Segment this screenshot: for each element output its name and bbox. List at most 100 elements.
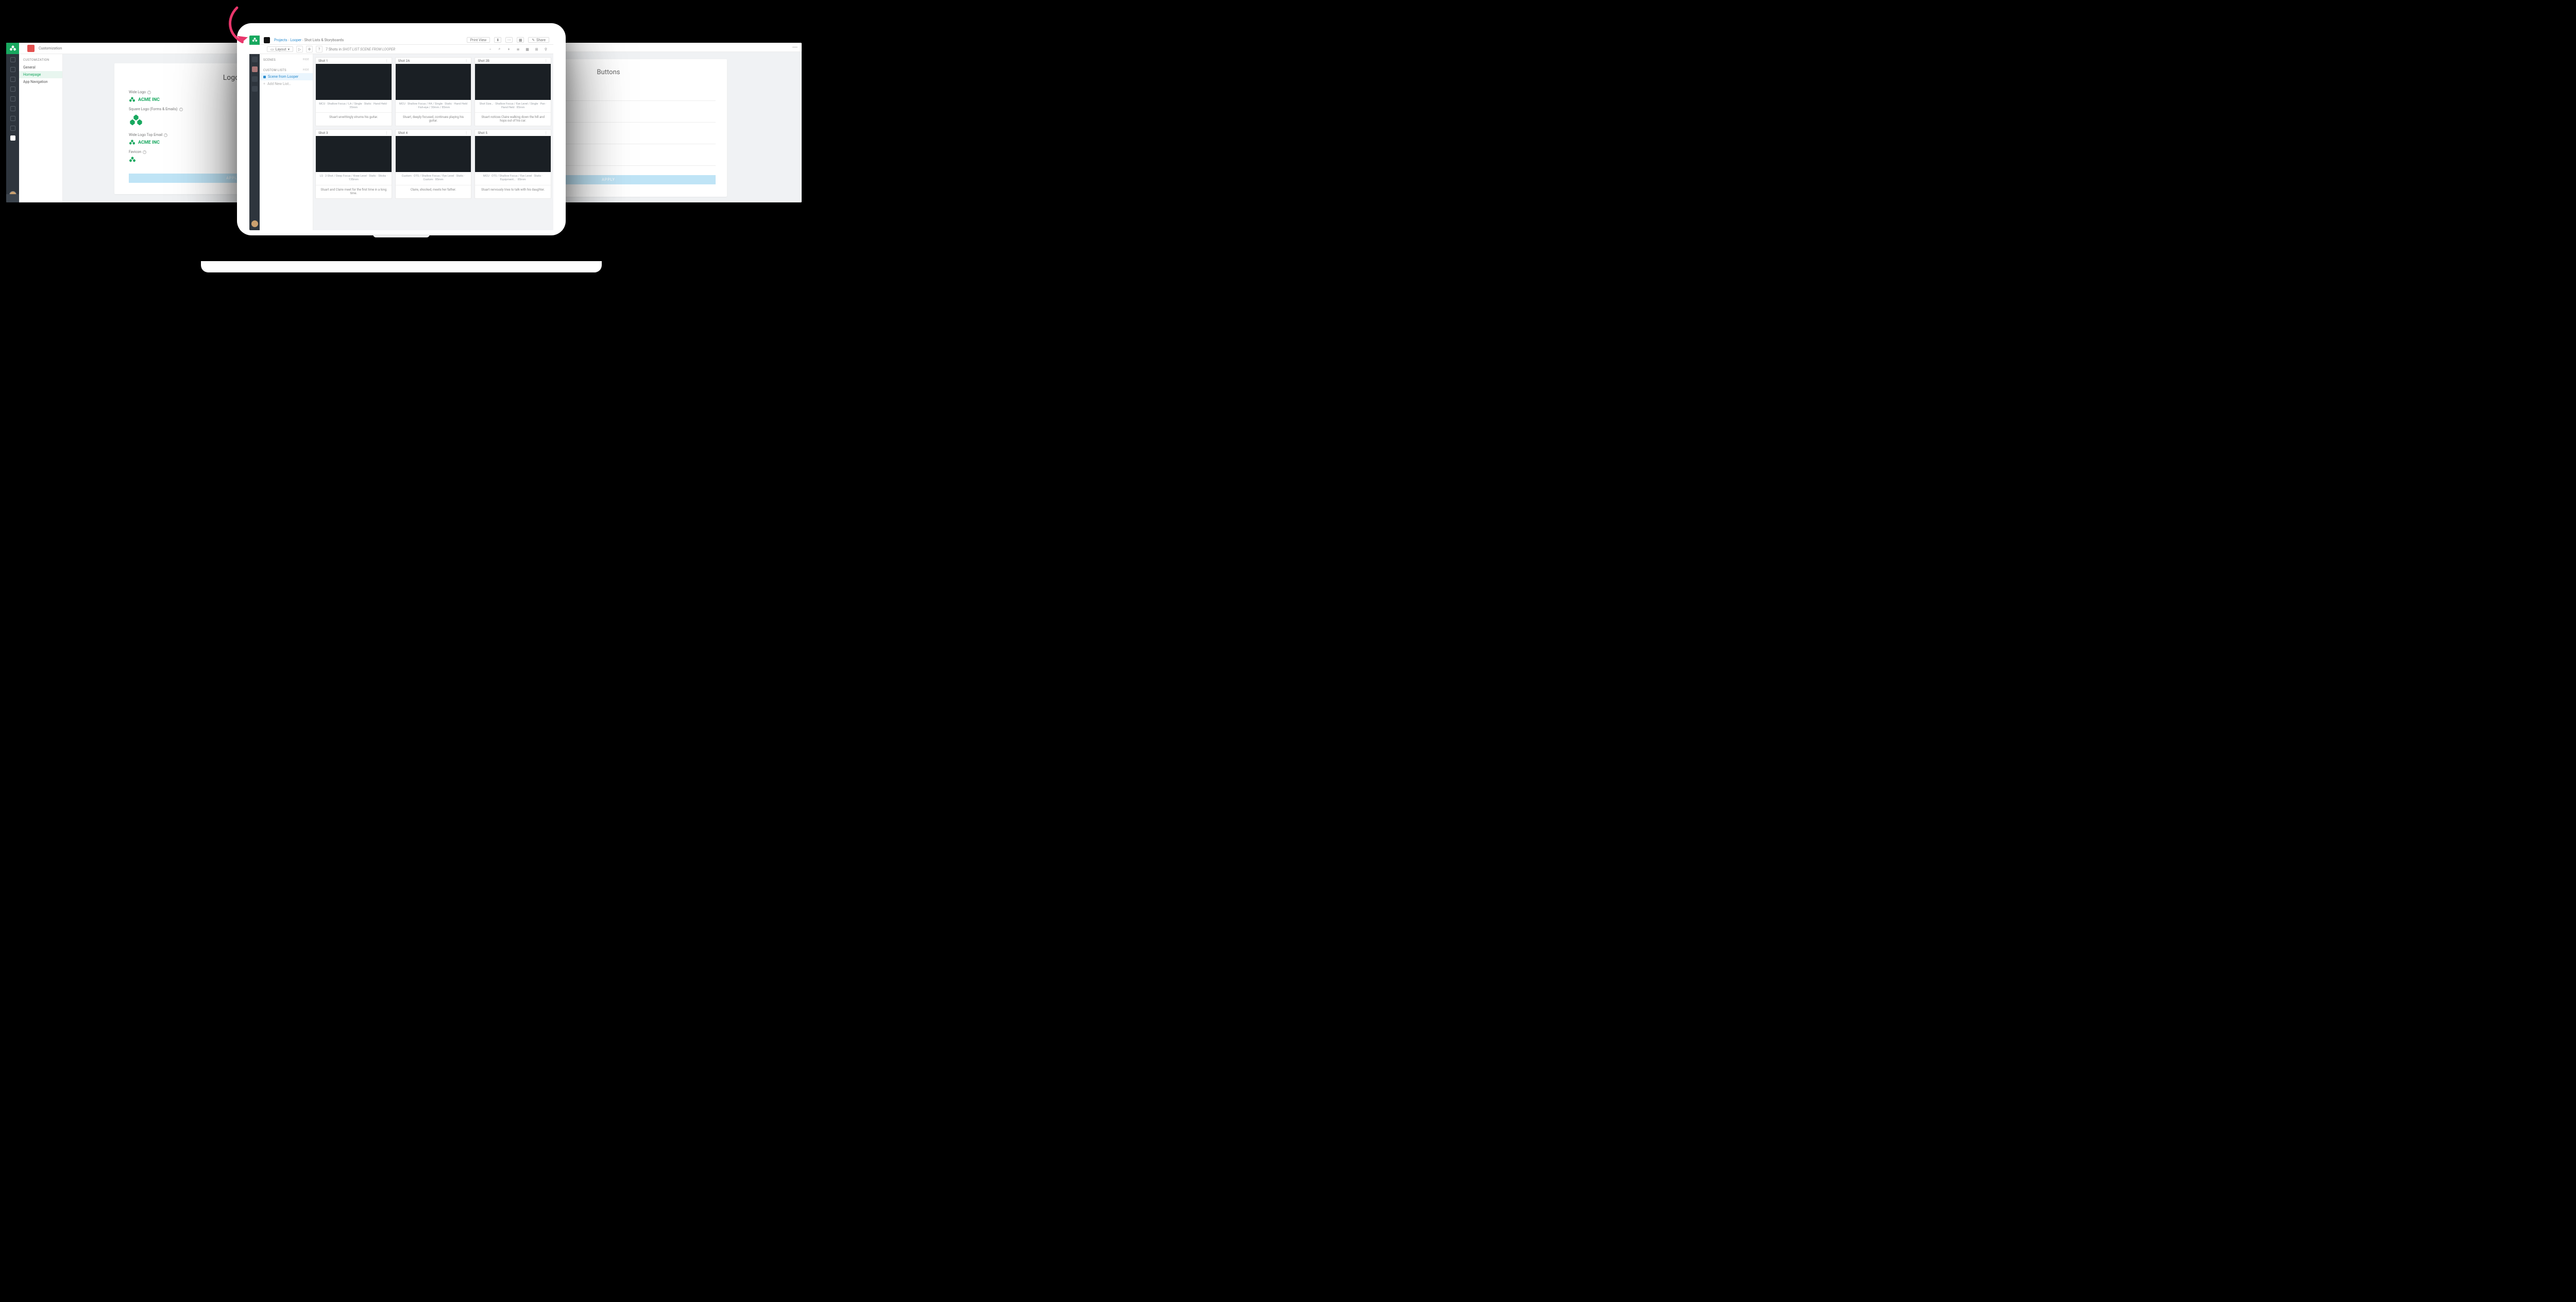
crumb-page: Shot Lists & Storyboards: [304, 38, 344, 42]
rail-item[interactable]: [10, 87, 15, 92]
settings-sidebar: CUSTOMIZATION General Homepage App Navig…: [19, 54, 63, 202]
help-button[interactable]: ?: [316, 46, 323, 53]
shot-card[interactable]: Shot 2B ⋮ Shot Size… · Shallow Focus / Eye…: [474, 57, 551, 126]
shot-thumbnail: [396, 64, 471, 100]
rail-item[interactable]: [10, 126, 15, 131]
print-view-button[interactable]: Print View: [467, 37, 490, 43]
rail-item[interactable]: [252, 86, 258, 92]
shot-card[interactable]: Shot 4 ⋮ Custom · OTS / Shallow Focus / Ey…: [395, 129, 472, 198]
app-badge: [27, 45, 35, 52]
shot-thumbnail: [475, 64, 551, 100]
shot-menu-icon[interactable]: ⋮: [545, 59, 549, 63]
shot-meta: Custom · OTS / Shallow Focus / Eye Level…: [396, 172, 471, 183]
shot-header: Shot 5 ⋮: [475, 130, 551, 136]
zoom-in-button[interactable]: +: [505, 46, 512, 53]
view-list-button[interactable]: ≣: [515, 46, 521, 53]
app-topbar: Projects › Looper › Shot Lists & Storybo…: [249, 36, 553, 45]
nav-rail: [6, 54, 19, 202]
add-new-list[interactable]: + Add New List…: [260, 80, 313, 88]
play-button[interactable]: ▷: [296, 46, 303, 53]
shot-description: Stuart nervously tries to talk with his …: [475, 185, 551, 195]
search-icon[interactable]: ⌕: [496, 46, 503, 53]
hide-toggle[interactable]: HIDE: [303, 68, 309, 72]
help-icon[interactable]: ?: [164, 133, 167, 137]
shotlist-app: Projects › Looper › Shot Lists & Storybo…: [249, 36, 553, 230]
shots-grid: Shot 1 ⋮ MCU · Shallow Focus / LA / Single…: [313, 54, 553, 230]
shot-title: Shot 5: [478, 131, 487, 135]
shot-meta: LS · 2-Shot / Deep Focus / Knee Level · …: [316, 172, 392, 183]
rail-item-active[interactable]: [10, 135, 15, 141]
shot-title: Shot 1: [318, 59, 328, 63]
layout-dropdown[interactable]: ▭ Layout ▾: [267, 46, 293, 52]
shot-description: Claire, shocked, meets her father.: [396, 185, 471, 195]
rail-item[interactable]: [10, 106, 15, 111]
rail-item[interactable]: [252, 66, 258, 72]
custom-lists-head: CUSTOM LISTS HIDE: [260, 67, 313, 73]
shot-meta: MCU · Shallow Focus / LA / Single · Stat…: [316, 100, 392, 111]
rail-item[interactable]: [10, 67, 15, 72]
shot-menu-icon[interactable]: ⋮: [465, 131, 469, 135]
shot-card[interactable]: Shot 3⋮ LS · 2-Shot / Deep Focus / Knee L…: [315, 129, 392, 198]
shot-description: Stuart unwittingly strums his guitar.: [316, 112, 392, 122]
help-icon[interactable]: ?: [147, 91, 151, 94]
shot-header: Shot 2B ⋮: [475, 58, 551, 64]
shot-card[interactable]: Shot 2A ⋮ MCU · Shallow Focus / HA / Singl…: [395, 57, 472, 126]
sidebar-item-homepage[interactable]: Homepage: [19, 71, 62, 78]
sidebar-section-head: CUSTOMIZATION: [19, 57, 62, 64]
breadcrumb: Customization: [39, 46, 62, 50]
shot-meta: Shot Size… · Shallow Focus / Eye Level /…: [475, 100, 551, 111]
rail-item[interactable]: [10, 77, 15, 82]
sidebar-item-appnav[interactable]: App Navigation: [19, 78, 62, 85]
shot-card[interactable]: Shot 5⋮MCU · OTS / Shallow Focus / Eye L…: [474, 129, 551, 198]
more-button[interactable]: ⋯: [505, 37, 513, 43]
rail-item[interactable]: [10, 57, 15, 62]
shot-meta: MCU · Shallow Focus / HA / Single · Stat…: [396, 100, 471, 111]
share-button[interactable]: ✎ Share: [528, 37, 549, 43]
nav-rail: [249, 54, 260, 230]
rail-item[interactable]: [252, 76, 258, 82]
shot-thumbnail: [316, 64, 392, 100]
view-board-button[interactable]: ⊞: [533, 46, 540, 53]
rail-item[interactable]: [10, 96, 15, 101]
rail-item[interactable]: [10, 116, 15, 121]
shot-title: Shot 2B: [478, 59, 489, 63]
grid-button[interactable]: ▦: [517, 37, 524, 43]
acme-icon: [129, 96, 135, 103]
acme-icon: [129, 139, 135, 146]
brand-logo[interactable]: [249, 36, 260, 45]
hide-toggle[interactable]: HIDE: [303, 58, 309, 62]
square-logo-preview[interactable]: [129, 113, 143, 128]
shot-title: Shot 4: [398, 131, 408, 135]
shot-thumbnail: [316, 136, 392, 172]
view-grid-button[interactable]: ▦: [524, 46, 531, 53]
help-icon[interactable]: ?: [143, 150, 146, 154]
zoom-out-button[interactable]: −: [487, 46, 494, 53]
settings-button[interactable]: ✲: [306, 46, 313, 53]
shot-card[interactable]: Shot 1 ⋮ MCU · Shallow Focus / LA / Single…: [315, 57, 392, 126]
scenes-sidebar: SCENES HIDE CUSTOM LISTS HIDE Scene from…: [260, 54, 313, 230]
shot-header: Shot 4 ⋮: [396, 130, 471, 136]
bullet-icon: [263, 76, 266, 78]
crumb-projects[interactable]: Projects: [274, 38, 287, 42]
shot-menu-icon[interactable]: ⋮: [385, 59, 389, 63]
shot-header: Shot 3⋮: [316, 130, 392, 136]
scenes-head: SCENES HIDE: [260, 57, 313, 63]
shot-menu-icon[interactable]: ⋮: [385, 131, 389, 135]
shot-description: Stuart, deeply focused, continues playin…: [396, 112, 471, 126]
crumb-project[interactable]: Looper: [290, 38, 301, 42]
favicon-preview[interactable]: [129, 156, 136, 163]
list-item-scene[interactable]: Scene from Looper: [260, 73, 313, 80]
sidebar-item-general[interactable]: General: [19, 64, 62, 71]
shot-title: Shot 2A: [398, 59, 410, 63]
shot-menu-icon[interactable]: ⋮: [465, 59, 469, 63]
filter-button[interactable]: ⚲: [543, 46, 549, 53]
brand-text: ACME INC: [138, 97, 160, 102]
rail-item[interactable]: [252, 57, 258, 62]
shot-menu-icon[interactable]: ⋮: [545, 131, 549, 135]
help-icon[interactable]: ?: [179, 108, 183, 111]
powered-by-badge: [6, 194, 19, 202]
user-avatar[interactable]: [251, 220, 258, 227]
download-button[interactable]: ⬇: [494, 37, 501, 43]
brand-logo[interactable]: [6, 43, 19, 54]
shot-description: Stuart and Claire meet for the first tim…: [316, 185, 392, 198]
